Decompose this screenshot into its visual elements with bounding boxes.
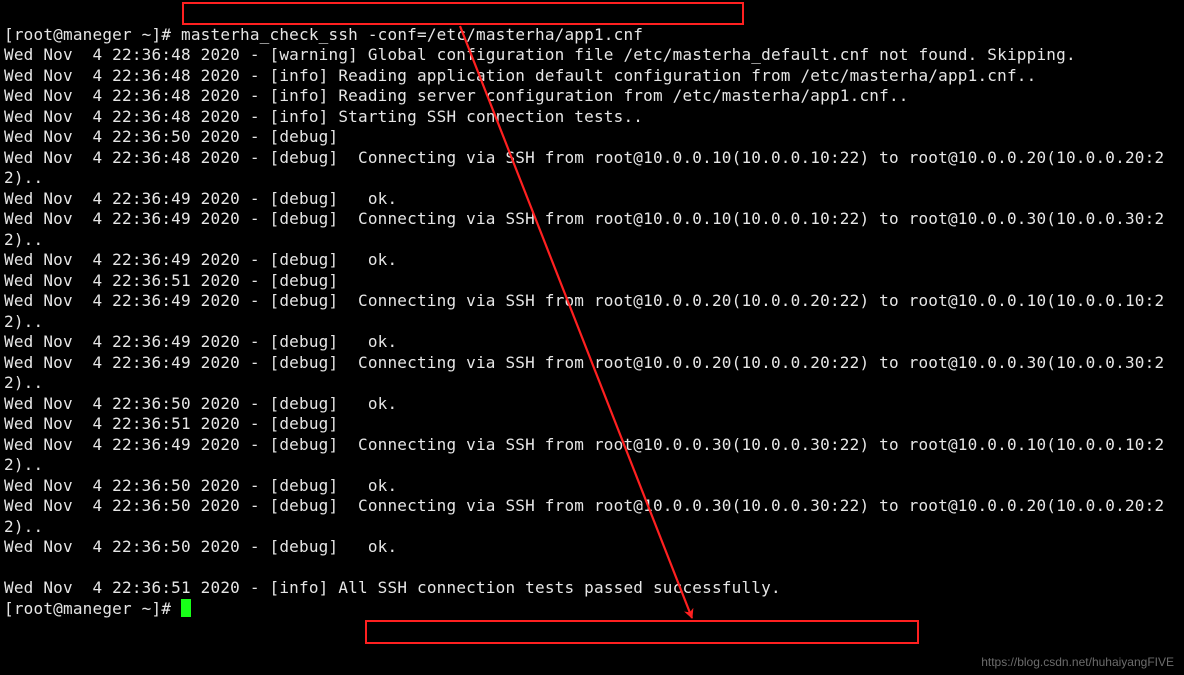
cursor-block: [181, 599, 191, 617]
prompt-line-2: [root@maneger ~]#: [4, 599, 191, 618]
output-lines: Wed Nov 4 22:36:48 2020 - [warning] Glob…: [4, 45, 1180, 558]
prompt-prefix: [root@maneger ~]#: [4, 25, 181, 44]
final-line-message: All SSH connection tests passed successf…: [338, 578, 780, 597]
prompt-line-1: [root@maneger ~]# masterha_check_ssh -co…: [4, 25, 643, 44]
final-line: Wed Nov 4 22:36:51 2020 - [info] All SSH…: [4, 578, 781, 597]
final-line-prefix: Wed Nov 4 22:36:51 2020 - [info]: [4, 578, 338, 597]
command-text: masterha_check_ssh -conf=/etc/masterha/a…: [181, 25, 643, 44]
annotation-box-result: [365, 620, 919, 644]
terminal-output[interactable]: [root@maneger ~]# masterha_check_ssh -co…: [0, 0, 1184, 619]
watermark-text: https://blog.csdn.net/huhaiyangFIVE: [981, 655, 1174, 669]
prompt-prefix-2: [root@maneger ~]#: [4, 599, 181, 618]
